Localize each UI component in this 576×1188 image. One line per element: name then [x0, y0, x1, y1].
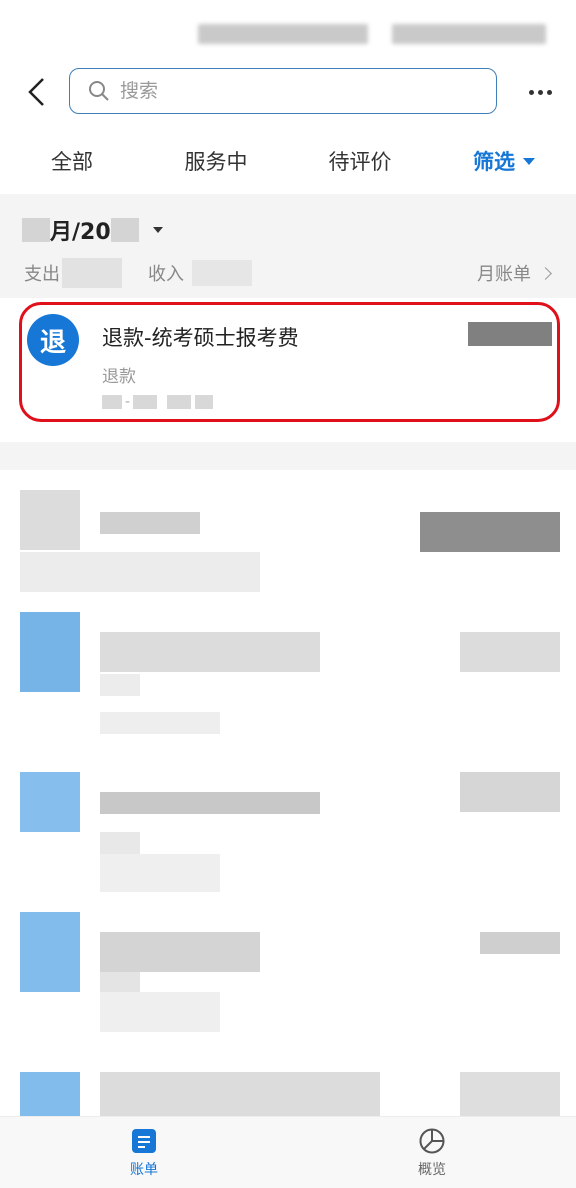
blurred-block [420, 512, 560, 552]
status-info-blurred [392, 24, 546, 44]
blurred-icon-block [20, 1072, 80, 1116]
blurred-transaction-list [0, 470, 576, 1116]
nav-bills-label: 账单 [130, 1161, 158, 1178]
blurred-block [100, 932, 260, 972]
bill-icon [132, 1128, 156, 1153]
search-header [0, 62, 576, 122]
monthly-bill-link[interactable]: 月账单 [477, 260, 552, 286]
transaction-subtitle: 退款 [102, 367, 136, 387]
blurred-block [100, 832, 140, 854]
blurred-block [100, 674, 140, 696]
blurred-block [100, 992, 220, 1032]
time-blurred [167, 395, 192, 409]
pie-chart-icon [419, 1128, 445, 1153]
blurred-block [100, 512, 200, 534]
blurred-icon-block [20, 772, 80, 832]
status-bar [0, 0, 576, 62]
tab-to-review[interactable]: 待评价 [288, 130, 432, 192]
refund-icon: 退 [27, 314, 79, 366]
tab-in-service[interactable]: 服务中 [144, 130, 288, 192]
caret-down-icon [152, 227, 163, 233]
expense-income-row: 支出 收入 [24, 258, 252, 288]
expense-label: 支出 [24, 264, 60, 285]
back-button[interactable] [16, 70, 56, 114]
more-dot-icon [546, 89, 552, 95]
amount-blurred [468, 322, 552, 346]
transaction-item[interactable]: 退 退款-统考硕士报考费 退款 - [0, 300, 576, 440]
blurred-block [100, 712, 220, 734]
year-blurred [110, 218, 139, 242]
blurred-block [100, 792, 320, 814]
more-dot-icon [528, 89, 534, 95]
blurred-icon-block [20, 912, 80, 992]
nav-overview-label: 概览 [418, 1161, 446, 1178]
more-button[interactable] [520, 76, 560, 108]
more-dot-icon [537, 89, 543, 95]
highlight-outline [19, 302, 560, 422]
status-info-blurred [198, 24, 368, 44]
blurred-block [460, 772, 560, 812]
time-blurred [195, 395, 214, 409]
time-blurred [102, 395, 122, 409]
section-divider [0, 442, 576, 470]
income-value-blurred [192, 260, 252, 286]
blurred-block [100, 854, 220, 892]
blurred-icon-block [20, 612, 80, 692]
blurred-block [460, 632, 560, 672]
blurred-block [100, 972, 140, 994]
time-separator: - [125, 394, 131, 410]
transaction-time-blurred: - [102, 394, 214, 410]
blurred-block [20, 490, 80, 550]
income-label: 收入 [148, 264, 184, 285]
filter-tabs: 全部 服务中 待评价 筛选 [0, 130, 576, 192]
blurred-block [480, 932, 560, 954]
search-input[interactable] [120, 80, 440, 102]
month-selector[interactable]: 月/20 [22, 214, 163, 246]
month-label: 月/20 [50, 220, 111, 245]
caret-down-icon [523, 157, 535, 165]
blurred-block [100, 1072, 380, 1116]
time-blurred [133, 395, 158, 409]
bottom-navigation: 账单 概览 [0, 1116, 576, 1188]
transaction-title: 退款-统考硕士报考费 [102, 326, 299, 350]
nav-overview[interactable]: 概览 [288, 1117, 576, 1188]
blurred-block [100, 632, 320, 672]
search-icon [89, 81, 109, 101]
nav-bills[interactable]: 账单 [0, 1117, 288, 1188]
transaction-amount-blurred [468, 322, 552, 352]
blurred-block [20, 552, 260, 592]
month-summary: 月/20 支出 收入 月账单 [0, 194, 576, 298]
tab-filter[interactable]: 筛选 [432, 130, 576, 192]
monthly-bill-label: 月账单 [477, 264, 531, 285]
month-blurred [22, 218, 50, 242]
chevron-right-icon [539, 266, 552, 280]
tab-all[interactable]: 全部 [0, 130, 144, 192]
search-bar[interactable] [69, 68, 497, 114]
tab-filter-label: 筛选 [473, 150, 515, 174]
expense-value-blurred [62, 258, 122, 288]
chevron-left-icon [28, 78, 44, 106]
blurred-block [460, 1072, 560, 1116]
